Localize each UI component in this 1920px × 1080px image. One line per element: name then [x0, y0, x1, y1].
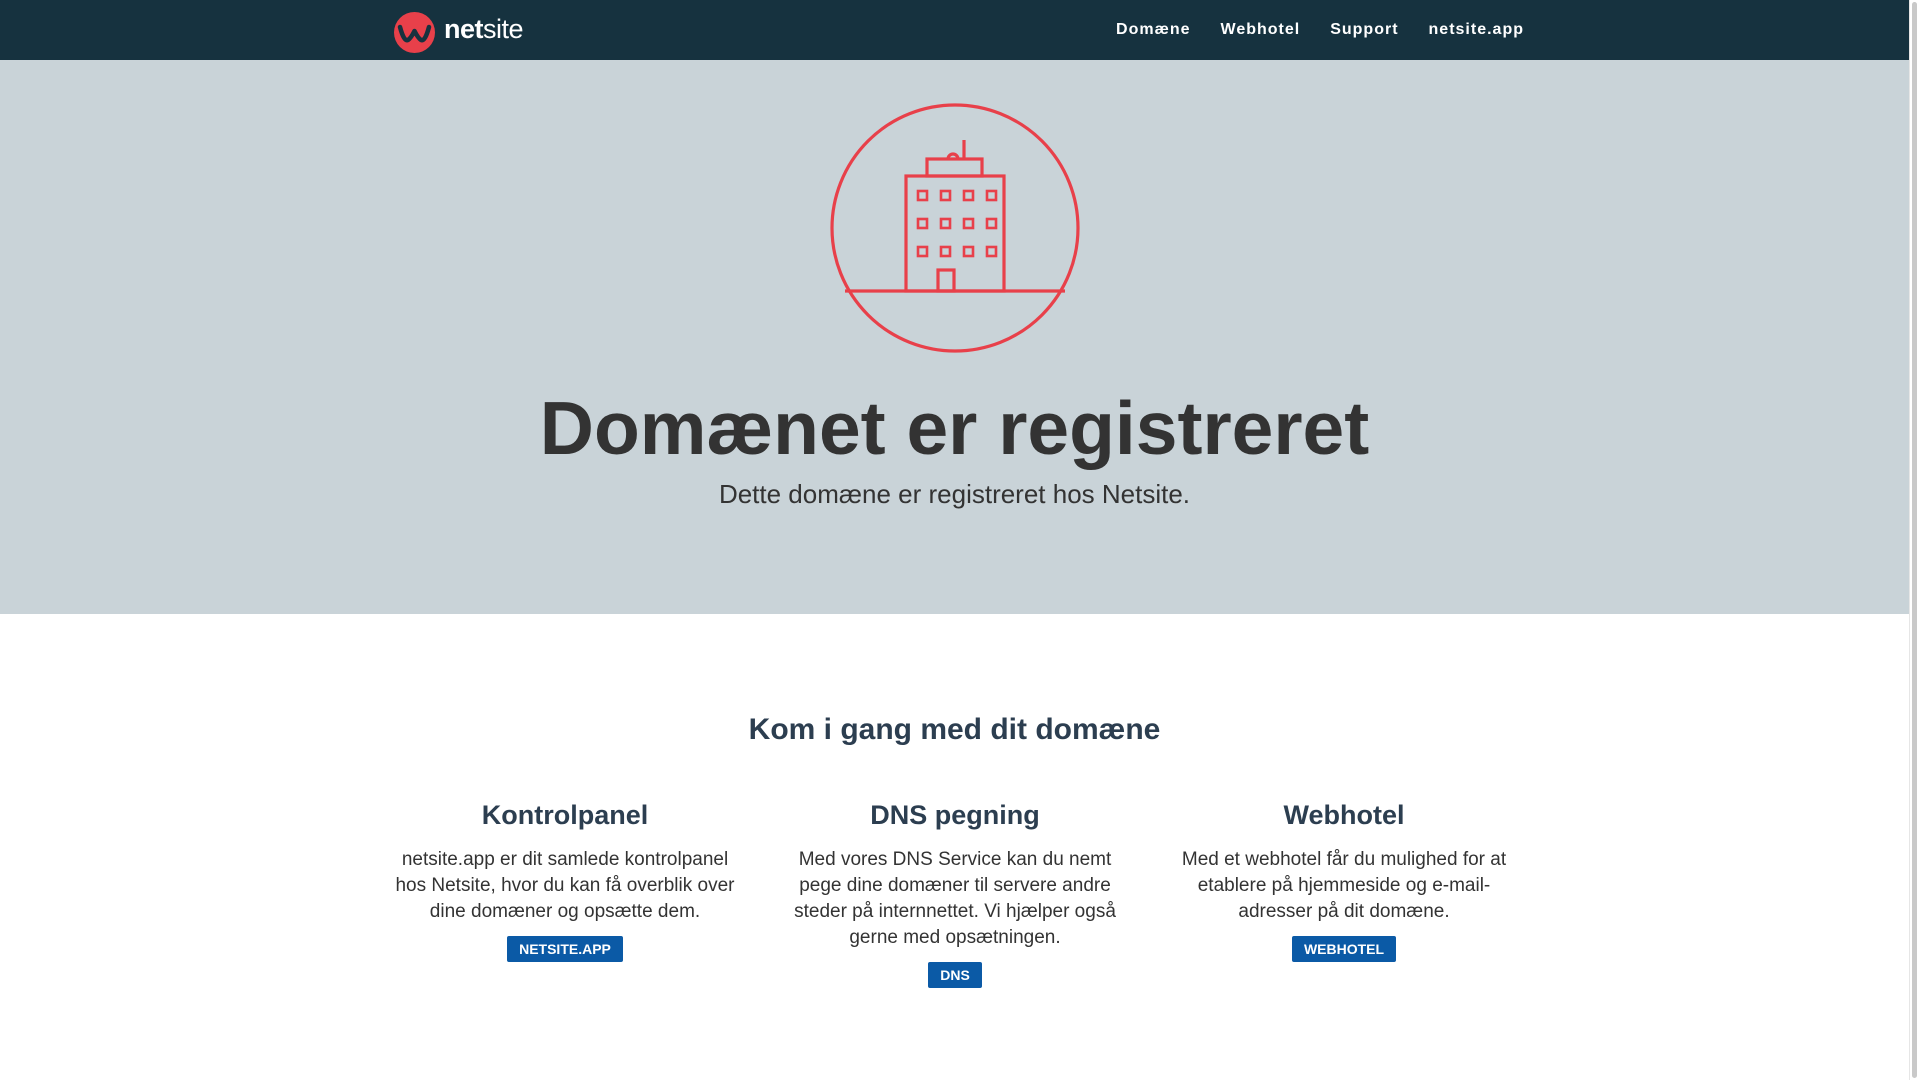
feature-title: Webhotel: [1283, 800, 1405, 830]
main-nav: Domæne Webhotel Support netsite.app: [1086, 0, 1524, 60]
nav-link-support[interactable]: Support: [1330, 21, 1398, 39]
feature-title: DNS pegning: [870, 800, 1040, 830]
feature-description: Med vores DNS Service kan du nemt pege d…: [794, 849, 1116, 948]
logo-wordmark: netsite: [444, 14, 524, 44]
content-area: netsite Domæne Webhotel Support netsite.…: [0, 0, 1909, 1080]
feature-column-kontrolpanel: Kontrolpanel netsite.app er dit samlede …: [385, 800, 745, 962]
netsite-app-button[interactable]: NETSITE.APP: [507, 936, 623, 962]
nav-link-domaene[interactable]: Domæne: [1116, 21, 1190, 39]
dns-button[interactable]: DNS: [928, 962, 982, 988]
navbar: netsite Domæne Webhotel Support netsite.…: [0, 0, 1909, 60]
feature-column-dns: DNS pegning Med vores DNS Service kan du…: [775, 800, 1135, 988]
office-building-icon: [830, 103, 1080, 353]
scrollbar-thumb[interactable]: [1912, 2, 1917, 1078]
section-title: Kom i gang med dit domæne: [748, 713, 1161, 746]
webhotel-button[interactable]: WEBHOTEL: [1291, 936, 1397, 962]
netsite-logo[interactable]: netsite: [394, 12, 524, 53]
nav-link-netsite-app[interactable]: netsite.app: [1429, 21, 1524, 39]
hero-subtitle: Dette domæne er registreret hos Netsite.: [718, 479, 1191, 509]
feature-title: Kontrolpanel: [481, 800, 649, 830]
hero-title: Domænet er registreret: [539, 386, 1370, 470]
page: netsite Domæne Webhotel Support netsite.…: [0, 0, 1920, 1080]
feature-description: netsite.app er dit samlede kontrolpanel …: [395, 849, 735, 922]
feature-description: Med et webhotel får du mulighed for at e…: [1181, 849, 1507, 922]
feature-column-webhotel: Webhotel Med et webhotel får du mulighed…: [1164, 800, 1524, 962]
nav-link-webhotel[interactable]: Webhotel: [1221, 21, 1301, 39]
hero-banner: Domænet er registreret Dette domæne er r…: [0, 60, 1909, 614]
netsite-logo-mark-icon: [394, 12, 435, 53]
